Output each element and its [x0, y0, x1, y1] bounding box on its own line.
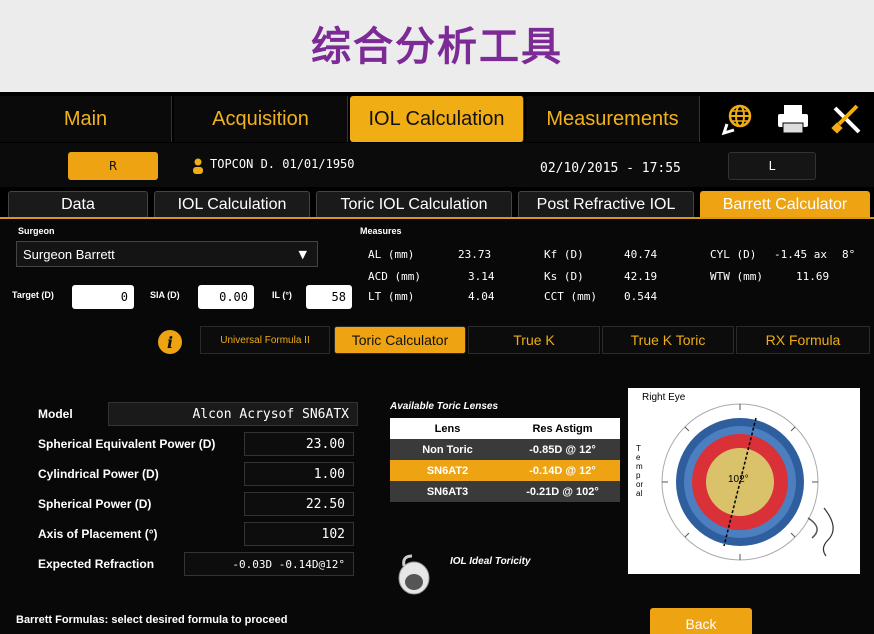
tab-true-k[interactable]: True K	[468, 326, 600, 354]
cyl-axis: 8°	[842, 248, 856, 261]
tab-toric-iol-calculation[interactable]: Toric IOL Calculation	[316, 191, 512, 217]
acd-label: ACD (mm)	[368, 270, 421, 283]
res-cell: -0.85D @ 12°	[529, 443, 596, 456]
ideal-toricity-label: IOL Ideal Toricity	[450, 556, 531, 567]
toric-table-title: Available Toric Lenses	[390, 401, 499, 412]
info-icon[interactable]: i	[158, 330, 182, 354]
sia-label: SIA (D)	[150, 290, 180, 300]
tab-barrett-calculator[interactable]: Barrett Calculator	[700, 191, 870, 217]
cct-value: 0.544	[624, 290, 658, 303]
printer-icon[interactable]	[768, 98, 818, 140]
tab-data[interactable]: Data	[8, 191, 148, 217]
cyl-power-label: Cylindrical Power (D)	[38, 467, 159, 481]
wtw-value: 11.69	[796, 270, 830, 283]
tab-rx-formula[interactable]: RX Formula	[736, 326, 870, 354]
res-cell: -0.14D @ 12°	[529, 464, 596, 477]
header-lens: Lens	[434, 422, 461, 435]
tab-iol-calc-sub[interactable]: IOL Calculation	[154, 191, 310, 217]
axis-label: Axis of Placement (°)	[38, 527, 158, 541]
tab-true-k-toric[interactable]: True K Toric	[602, 326, 734, 354]
seq-value: 23.00	[244, 432, 354, 456]
surgeon-label: Surgeon	[18, 226, 55, 236]
lens-cell: Non Toric	[422, 443, 473, 456]
tools-icon[interactable]	[822, 98, 870, 140]
back-button[interactable]: Back	[650, 608, 752, 634]
header-res-astigm: Res Astigm	[532, 422, 593, 435]
tab-iol-calculation[interactable]: IOL Calculation	[350, 96, 524, 142]
sph-value: 22.50	[244, 492, 354, 516]
tab-toric-calculator[interactable]: Toric Calculator	[334, 326, 466, 354]
cyl-value: -1.45 ax	[774, 248, 827, 261]
target-input[interactable]: 0	[72, 285, 134, 309]
lt-value: 4.04	[468, 290, 495, 303]
kf-label: Kf (D)	[544, 248, 584, 261]
il-input[interactable]: 58	[306, 285, 352, 309]
patient-name: TOPCON D. 01/01/1950	[210, 157, 355, 171]
tab-acquisition[interactable]: Acquisition	[174, 96, 348, 142]
model-label: Model	[38, 407, 73, 421]
sph-label: Spherical Power (D)	[38, 497, 152, 511]
iol-lens-icon	[396, 552, 432, 596]
tab-measurements[interactable]: Measurements	[526, 96, 700, 142]
exp-value: -0.03D -0.14D@12°	[184, 552, 354, 576]
seq-label: Spherical Equivalent Power (D)	[38, 437, 216, 451]
target-label: Target (D)	[12, 290, 54, 300]
tab-universal-formula[interactable]: Universal Formula II	[200, 326, 330, 354]
lt-label: LT (mm)	[368, 290, 415, 303]
exam-datetime: 02/10/2015 - 17:55	[540, 161, 681, 176]
table-row[interactable]: Non Toric -0.85D @ 12°	[390, 439, 620, 460]
tab-post-refractive-iol[interactable]: Post Refractive IOL	[518, 191, 694, 217]
al-value: 23.73	[458, 248, 492, 261]
toric-table: Lens Res Astigm Non Toric -0.85D @ 12° S…	[390, 418, 620, 502]
cyl-label: CYL (D)	[710, 248, 757, 261]
formula-hint: Barrett Formulas: select desired formula…	[16, 614, 288, 626]
surgeon-value: Surgeon Barrett	[23, 246, 115, 262]
surgeon-select[interactable]: Surgeon Barrett ▼	[16, 241, 318, 267]
al-label: AL (mm)	[368, 248, 415, 261]
axis-degree-label: 102°	[728, 474, 749, 485]
banner-title: 综合分析工具	[311, 24, 563, 70]
measures-label: Measures	[360, 226, 402, 236]
cyl-power-value: 1.00	[244, 462, 354, 486]
table-row[interactable]: SN6AT3 -0.21D @ 102°	[390, 481, 620, 502]
wtw-label: WTW (mm)	[710, 270, 763, 283]
globe-icon[interactable]	[712, 98, 764, 140]
table-header: Lens Res Astigm	[390, 418, 620, 439]
ks-value: 42.19	[624, 270, 658, 283]
model-value[interactable]: Alcon Acrysof SN6ATX	[108, 402, 358, 426]
kf-value: 40.74	[624, 248, 658, 261]
lens-cell: SN6AT2	[426, 464, 469, 477]
temporal-label: Temporal	[636, 444, 644, 498]
chevron-down-icon: ▼	[298, 248, 307, 261]
cct-label: CCT (mm)	[544, 290, 597, 303]
exp-label: Expected Refraction	[38, 557, 155, 571]
il-label: IL (°)	[272, 290, 292, 300]
toric-axis-diagram: Right Eye 102° Temporal	[628, 388, 860, 574]
table-row-selected[interactable]: SN6AT2 -0.14D @ 12°	[390, 460, 620, 481]
patient-icon	[192, 158, 206, 174]
right-eye-button[interactable]: R	[68, 152, 158, 180]
tab-main[interactable]: Main	[0, 96, 172, 142]
left-eye-button[interactable]: L	[728, 152, 816, 180]
ks-label: Ks (D)	[544, 270, 584, 283]
res-cell: -0.21D @ 102°	[526, 485, 599, 498]
acd-value: 3.14	[468, 270, 495, 283]
axis-value: 102	[244, 522, 354, 546]
lens-cell: SN6AT3	[426, 485, 469, 498]
sia-input[interactable]: 0.00	[198, 285, 254, 309]
